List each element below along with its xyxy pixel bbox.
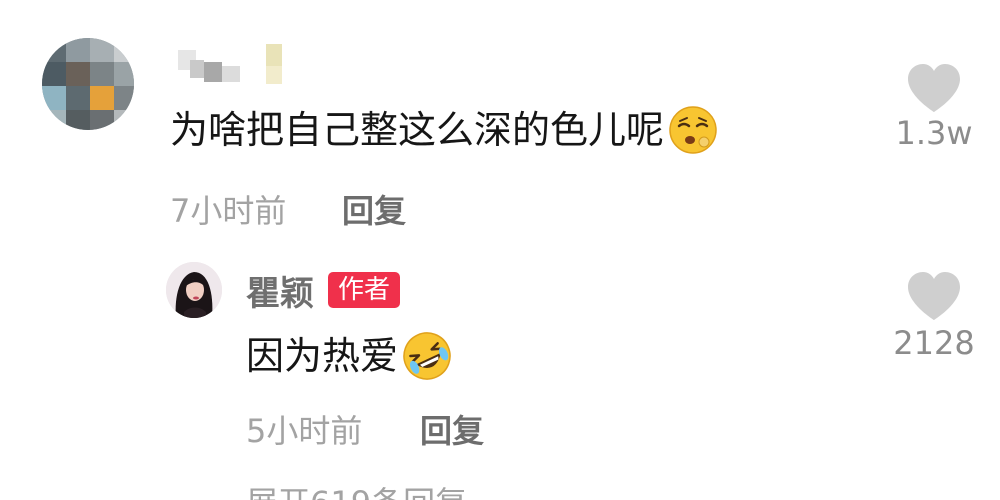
like-heart-icon[interactable] xyxy=(905,62,963,114)
expand-replies-link[interactable]: 展开619条回复 xyxy=(246,478,501,500)
chevron-down-icon xyxy=(483,484,501,500)
comment-text: 为啥把自己整这么深的色儿呢 xyxy=(170,104,718,156)
comment-thread: 为啥把自己整这么深的色儿呢 7小时前 回复 1.3w 瞿颖 作者 因为热爱 5小… xyxy=(0,0,1000,500)
rolling-laughing-emoji xyxy=(402,331,452,381)
reply-body: 因为热爱 xyxy=(246,334,399,378)
reply-reply-button[interactable]: 回复 xyxy=(420,406,484,452)
commenter-username-obscured[interactable] xyxy=(170,44,300,90)
reply-text: 因为热爱 xyxy=(246,330,452,382)
author-badge: 作者 xyxy=(328,272,401,308)
sleepy-face-emoji xyxy=(668,105,718,155)
comment-timestamp: 7小时前 xyxy=(170,192,287,230)
reply-like-count: 2128 xyxy=(893,324,975,362)
reply-timestamp: 5小时前 xyxy=(246,412,363,450)
author-username[interactable]: 瞿颖 xyxy=(246,266,314,315)
comment-reply-button[interactable]: 回复 xyxy=(342,186,406,232)
commenter-avatar[interactable] xyxy=(42,38,134,130)
like-heart-icon[interactable] xyxy=(905,270,963,322)
author-avatar[interactable] xyxy=(166,262,222,318)
comment-body: 为啥把自己整这么深的色儿呢 xyxy=(170,108,665,152)
expand-replies-label: 展开619条回复 xyxy=(246,484,467,500)
comment-like-count: 1.3w xyxy=(895,114,973,152)
